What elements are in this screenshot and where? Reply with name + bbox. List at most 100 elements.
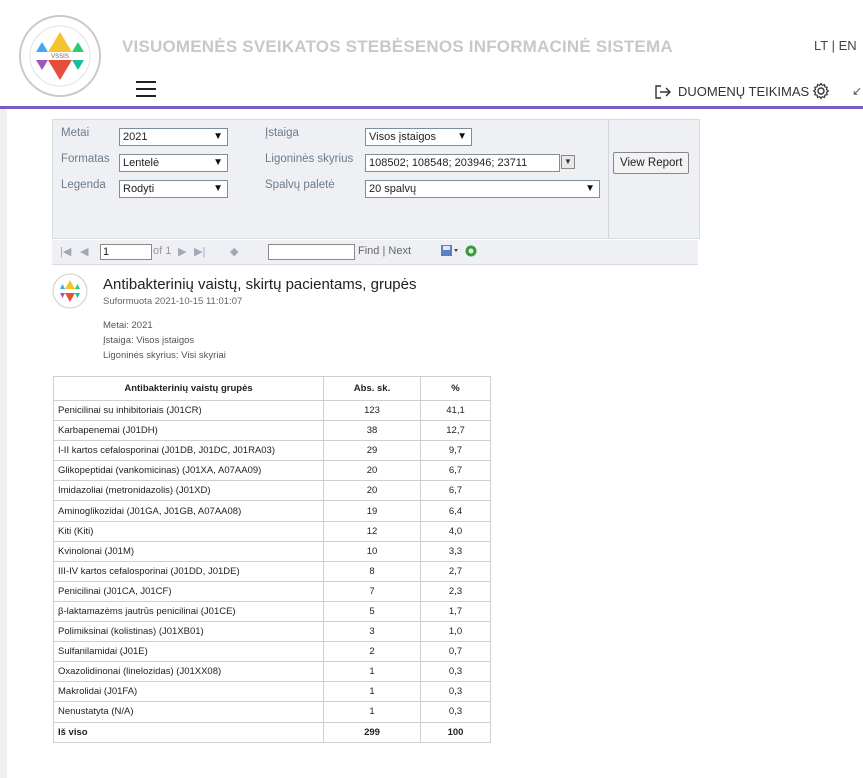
table-row: Makrolidai (J01FA) 1 0,3 [53, 681, 491, 703]
row-abs: 20 [323, 480, 421, 502]
collapse-icon[interactable]: ↙ [852, 84, 862, 98]
table-row: Glikopeptidai (vankomicinas) (J01XA, A07… [53, 460, 491, 482]
row-group: Penicilinai su inhibitoriais (J01CR) [53, 399, 324, 422]
skyrius-value: 108502; 108548; 203946; 23711 [369, 157, 528, 169]
next-page-icon[interactable]: ▶ [178, 245, 186, 258]
row-group: Karbapenemai (J01DH) [53, 420, 324, 442]
vssis-logo: VSSIS [19, 15, 101, 97]
palete-value: 20 spalvų [369, 183, 417, 195]
report-logo [52, 273, 88, 309]
chevron-down-icon: ▼ [213, 183, 223, 194]
row-group: β-laktamazėms jautrūs penicilinai (J01CE… [53, 600, 324, 623]
row-abs: 10 [323, 540, 421, 562]
svg-text:VSSIS: VSSIS [51, 54, 69, 60]
table-row: Nenustatyta (N/A) 1 0,3 [53, 701, 491, 723]
skyrius-label: Ligoninės skyrius [265, 153, 354, 165]
header-divider [0, 106, 863, 109]
back-icon[interactable]: ◆ [230, 245, 238, 258]
row-group: Glikopeptidai (vankomicinas) (J01XA, A07… [53, 460, 324, 482]
row-group: Penicilinai (J01CA, J01CF) [53, 580, 324, 602]
row-percent: 2,7 [420, 560, 491, 582]
row-group: Kiti (Kiti) [53, 520, 324, 542]
first-page-icon[interactable]: |◀ [60, 245, 71, 258]
legenda-value: Rodyti [123, 183, 155, 195]
hamburger-icon[interactable] [136, 81, 156, 97]
table-row: I-II kartos cefalosporinai (J01DB, J01DC… [53, 440, 491, 462]
find-separator: | [382, 245, 386, 257]
row-abs: 2 [323, 641, 421, 663]
row-group: Sulfanilamidai (J01E) [53, 641, 324, 663]
row-abs: 19 [323, 500, 421, 522]
save-icon[interactable] [440, 244, 460, 258]
multiselect-dropdown-icon[interactable]: ▼ [561, 155, 575, 169]
table-row: β-laktamazėms jautrūs penicilinai (J01CE… [53, 600, 491, 623]
row-abs: 29 [323, 440, 421, 462]
legenda-select[interactable]: Rodyti ▼ [119, 180, 228, 198]
row-percent: 1,7 [420, 600, 491, 623]
chevron-down-icon: ▼ [213, 157, 223, 168]
table-row: Kvinolonai (J01M) 10 3,3 [53, 540, 491, 562]
chevron-down-icon: ▼ [585, 183, 595, 194]
row-abs: 20 [323, 460, 421, 482]
metai-value: 2021 [123, 131, 148, 143]
row-group: I-II kartos cefalosporinai (J01DB, J01DC… [53, 440, 324, 462]
report-title: Antibakterinių vaistų, skirtų pacientams… [103, 276, 417, 293]
page-number-input[interactable]: 1 [100, 244, 152, 260]
data-submission-button[interactable]: DUOMENŲ TEIKIMAS [654, 84, 809, 99]
formatas-select[interactable]: Lentelė ▼ [119, 154, 228, 172]
skyrius-select[interactable]: 108502; 108548; 203946; 23711 [365, 154, 560, 172]
formatas-value: Lentelė [123, 157, 160, 169]
table-total-row: Iš viso 299 100 [53, 721, 491, 743]
row-abs: 38 [323, 420, 421, 442]
row-group: Oxazolidinonai (linelozidas) (J01XX08) [53, 661, 324, 683]
table-row: Kiti (Kiti) 12 4,0 [53, 520, 491, 542]
chevron-down-icon: ▼ [213, 131, 223, 142]
refresh-icon[interactable] [464, 244, 478, 258]
istaiga-value: Visos įstaigos [369, 131, 437, 143]
find-input[interactable] [268, 244, 355, 260]
total-percent: 100 [420, 721, 491, 743]
last-page-icon[interactable]: ▶| [194, 245, 205, 258]
palete-label: Spalvų paletė [265, 179, 335, 191]
row-group: Kvinolonai (J01M) [53, 540, 324, 562]
row-percent: 0,7 [420, 641, 491, 663]
row-percent: 3,3 [420, 540, 491, 562]
metai-label: Metai [61, 127, 90, 139]
palete-select[interactable]: 20 spalvų ▼ [365, 180, 600, 198]
row-percent: 6,4 [420, 500, 491, 522]
metai-select[interactable]: 2021 ▼ [119, 128, 228, 146]
logout-icon [655, 84, 671, 99]
row-percent: 1,0 [420, 621, 491, 643]
view-report-button[interactable]: View Report [613, 152, 690, 174]
table-row: Penicilinai (J01CA, J01CF) 7 2,3 [53, 580, 491, 602]
row-percent: 0,3 [420, 681, 491, 703]
row-abs: 5 [323, 600, 421, 623]
row-percent: 0,3 [420, 661, 491, 683]
table-row: III-IV kartos cefalosporinai (J01DD, J01… [53, 560, 491, 582]
row-percent: 12,7 [420, 420, 491, 442]
row-abs: 1 [323, 661, 421, 683]
row-abs: 12 [323, 520, 421, 542]
legenda-label: Legenda [61, 179, 106, 191]
sidebar-strip [0, 109, 7, 778]
prev-page-icon[interactable]: ◀ [80, 245, 88, 258]
row-group: Makrolidai (J01FA) [53, 681, 324, 703]
report-meta-institution: Įstaiga: Visos įstaigos [103, 335, 195, 346]
col-header-group: Antibakterinių vaistų grupės [53, 376, 324, 401]
language-switch[interactable]: LT | EN [814, 38, 857, 53]
table-header-row: Antibakterinių vaistų grupės Abs. sk. % [53, 376, 491, 401]
report-meta-department: Ligoninės skyrius: Visi skyriai [103, 350, 226, 361]
row-abs: 7 [323, 580, 421, 602]
istaiga-select[interactable]: Visos įstaigos ▼ [365, 128, 472, 146]
col-header-abs: Abs. sk. [323, 376, 421, 401]
table-row: Polimiksinai (kolistinas) (J01XB01) 3 1,0 [53, 621, 491, 643]
find-links: Find | Next [358, 245, 411, 257]
row-group: Aminoglikozidai (J01GA, J01GB, A07AA08) [53, 500, 324, 522]
formatas-label: Formatas [61, 153, 110, 165]
gear-icon[interactable] [812, 82, 830, 100]
row-abs: 3 [323, 621, 421, 643]
next-link[interactable]: Next [388, 245, 411, 257]
total-label: Iš viso [53, 721, 324, 743]
find-link[interactable]: Find [358, 245, 379, 257]
system-title: VISUOMENĖS SVEIKATOS STEBĖSENOS INFORMAC… [122, 37, 673, 56]
